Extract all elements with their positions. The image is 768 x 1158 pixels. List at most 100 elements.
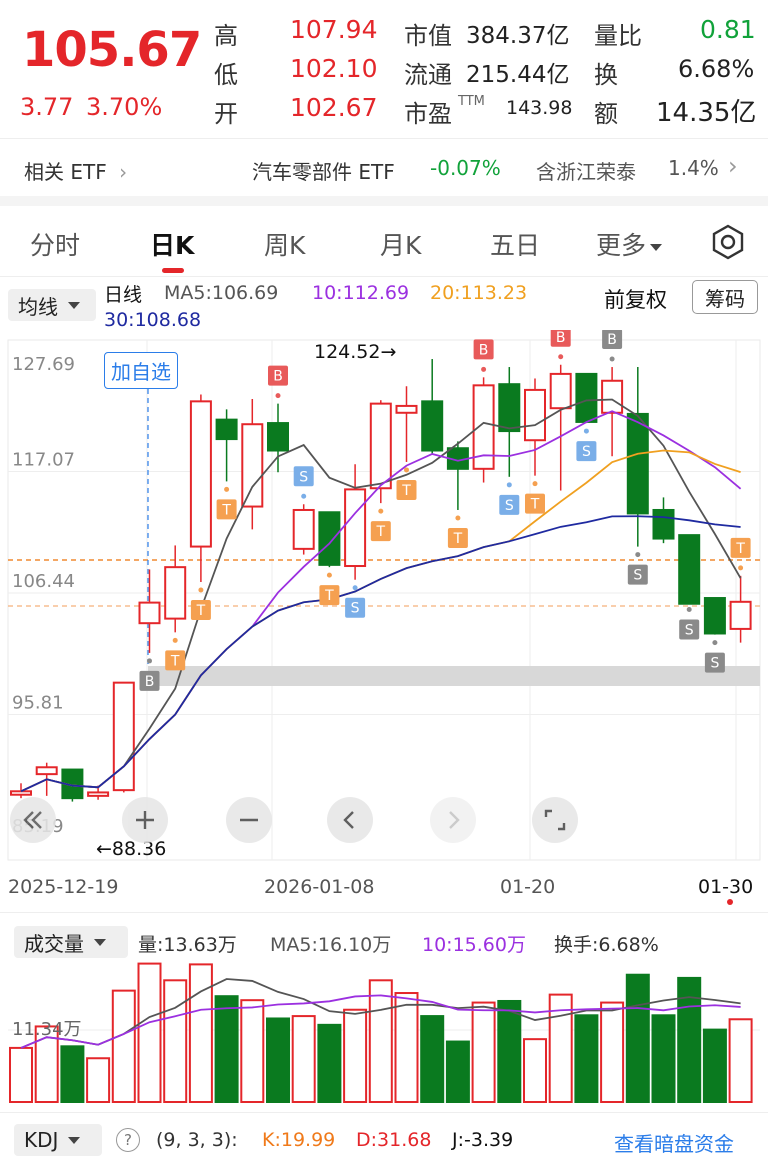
volume-bar [497,999,522,1104]
min-price-label: ←88.36 [96,838,167,860]
marker-t-label: T [735,541,745,557]
volume-y-label: 11.34万 [12,1019,82,1040]
chevron-down-icon [68,1136,81,1144]
x-axis-label: 01-20 [500,876,555,898]
chevron-right-icon[interactable]: › [728,152,738,180]
scroll-right-button[interactable] [430,797,476,843]
open-label: 开 [214,100,238,128]
minus-icon [240,818,258,822]
divider [0,912,768,913]
zoom-out-button[interactable] [226,797,272,843]
candle-body [164,566,187,620]
y-axis-label: 127.69 [12,354,75,375]
ma-dropdown[interactable]: 均线 [8,289,96,321]
x-axis-label: 2026-01-08 [264,876,374,898]
settings-icon[interactable] [708,222,748,262]
marker-dot [198,587,204,593]
related-etf-label: 相关 ETF [24,160,107,184]
ma-dropdown-label: 均线 [18,294,58,319]
price-change: 3.77 [20,93,74,121]
volume-bar [394,992,419,1103]
marker-dot [712,640,718,646]
marker-b-label: B [607,332,617,348]
pe-ttm-label: TTM [458,94,485,109]
pe-label: 市盈 [404,100,452,128]
price-change-pct: 3.70% [86,93,163,121]
scroll-left-fast-button[interactable] [10,797,56,843]
indicator-dropdown-label: KDJ [24,1128,59,1152]
candle-body [524,388,546,442]
volratio-label: 量比 [594,22,642,50]
volume-bar [111,989,136,1103]
candle-body [369,402,392,490]
volume-bar [214,995,239,1103]
kdj-j: J:-3.39 [452,1129,514,1151]
volume-bar [9,1046,33,1103]
marker-t-label: T [453,531,463,547]
tab-intraday[interactable]: 分时 [30,226,80,262]
fullscreen-button[interactable] [532,797,578,843]
low-label: 低 [214,61,238,89]
volume-ma5: MA5:16.10万 [270,934,392,956]
current-price: 105.67 [22,22,202,78]
y-axis-labels: 127.69117.07106.4495.8185.19 [12,354,75,837]
turnover-label: 换 [594,61,618,89]
marker-t-label: T [221,502,231,518]
adjust-mode[interactable]: 前复权 [604,284,667,314]
candle-body [703,597,726,635]
max-price-label: 124.52→ [314,341,397,363]
candle-body [395,404,418,414]
chips-button[interactable]: 筹码 [692,280,758,314]
candle-body [241,423,264,508]
high-label: 高 [214,22,238,50]
tab-daily-k[interactable]: 日K [150,226,194,262]
add-watchlist-tag[interactable]: 加自选 [104,352,178,389]
tab-more[interactable]: 更多 [596,226,663,262]
marker-s-label: S [351,601,360,617]
ma20-label: 20:113.23 [430,282,528,304]
volume-bar [317,1023,342,1104]
tab-monthly-k[interactable]: 月K [380,226,421,262]
scroll-left-button[interactable] [327,797,373,843]
volume-bar [702,1028,727,1104]
chevron-right-icon: › [119,160,128,184]
candle-body [678,534,701,605]
candle-body [267,422,289,452]
indicator-dropdown[interactable]: KDJ [14,1124,102,1156]
marker-dot [558,354,564,360]
current-date-dot [727,899,733,905]
tab-weekly-k[interactable]: 周K [264,226,305,262]
volume-dropdown[interactable]: 成交量 [14,926,128,958]
ma10-label: 10:112.69 [312,282,410,304]
chevron-down-icon [68,301,80,309]
marker-dot [172,637,178,643]
dark-pool-link[interactable]: 查看暗盘资金 [614,1128,734,1157]
marker-dot [583,428,589,434]
volume-chart[interactable] [0,958,768,1108]
y-axis-label: 95.81 [12,693,64,714]
amount-value: 14.35亿 [656,98,757,128]
mktcap-label: 市值 [404,22,452,50]
candle-body [575,372,598,423]
divider [0,138,768,139]
candle-body [498,383,521,433]
open-value: 102.67 [290,93,378,122]
related-etf-link[interactable]: 相关 ETF › [24,156,127,185]
marker-b-label: B [145,674,155,690]
help-icon[interactable]: ? [116,1128,140,1152]
kline-chart[interactable]: BTTTBSTSTTTBS TBSBSSST 127.69117.07106.44… [0,330,768,910]
volume-bar [600,1001,625,1103]
volume-bar [471,1001,496,1103]
etf-holding-pct: 1.4% [668,156,719,180]
candle-body [35,766,58,776]
marker-dot [378,508,384,514]
candle-body [112,681,135,792]
double-chevron-left-icon [23,811,42,829]
etf-holding[interactable]: 含浙江荣泰 [536,156,636,185]
zoom-in-button[interactable] [122,797,168,843]
line-type-label: 日线 [104,284,143,306]
tab-five-day[interactable]: 五日 [490,226,540,262]
etf-name[interactable]: 汽车零部件 ETF [252,156,395,185]
candle-body [549,372,572,410]
marker-b-label: B [479,342,489,358]
